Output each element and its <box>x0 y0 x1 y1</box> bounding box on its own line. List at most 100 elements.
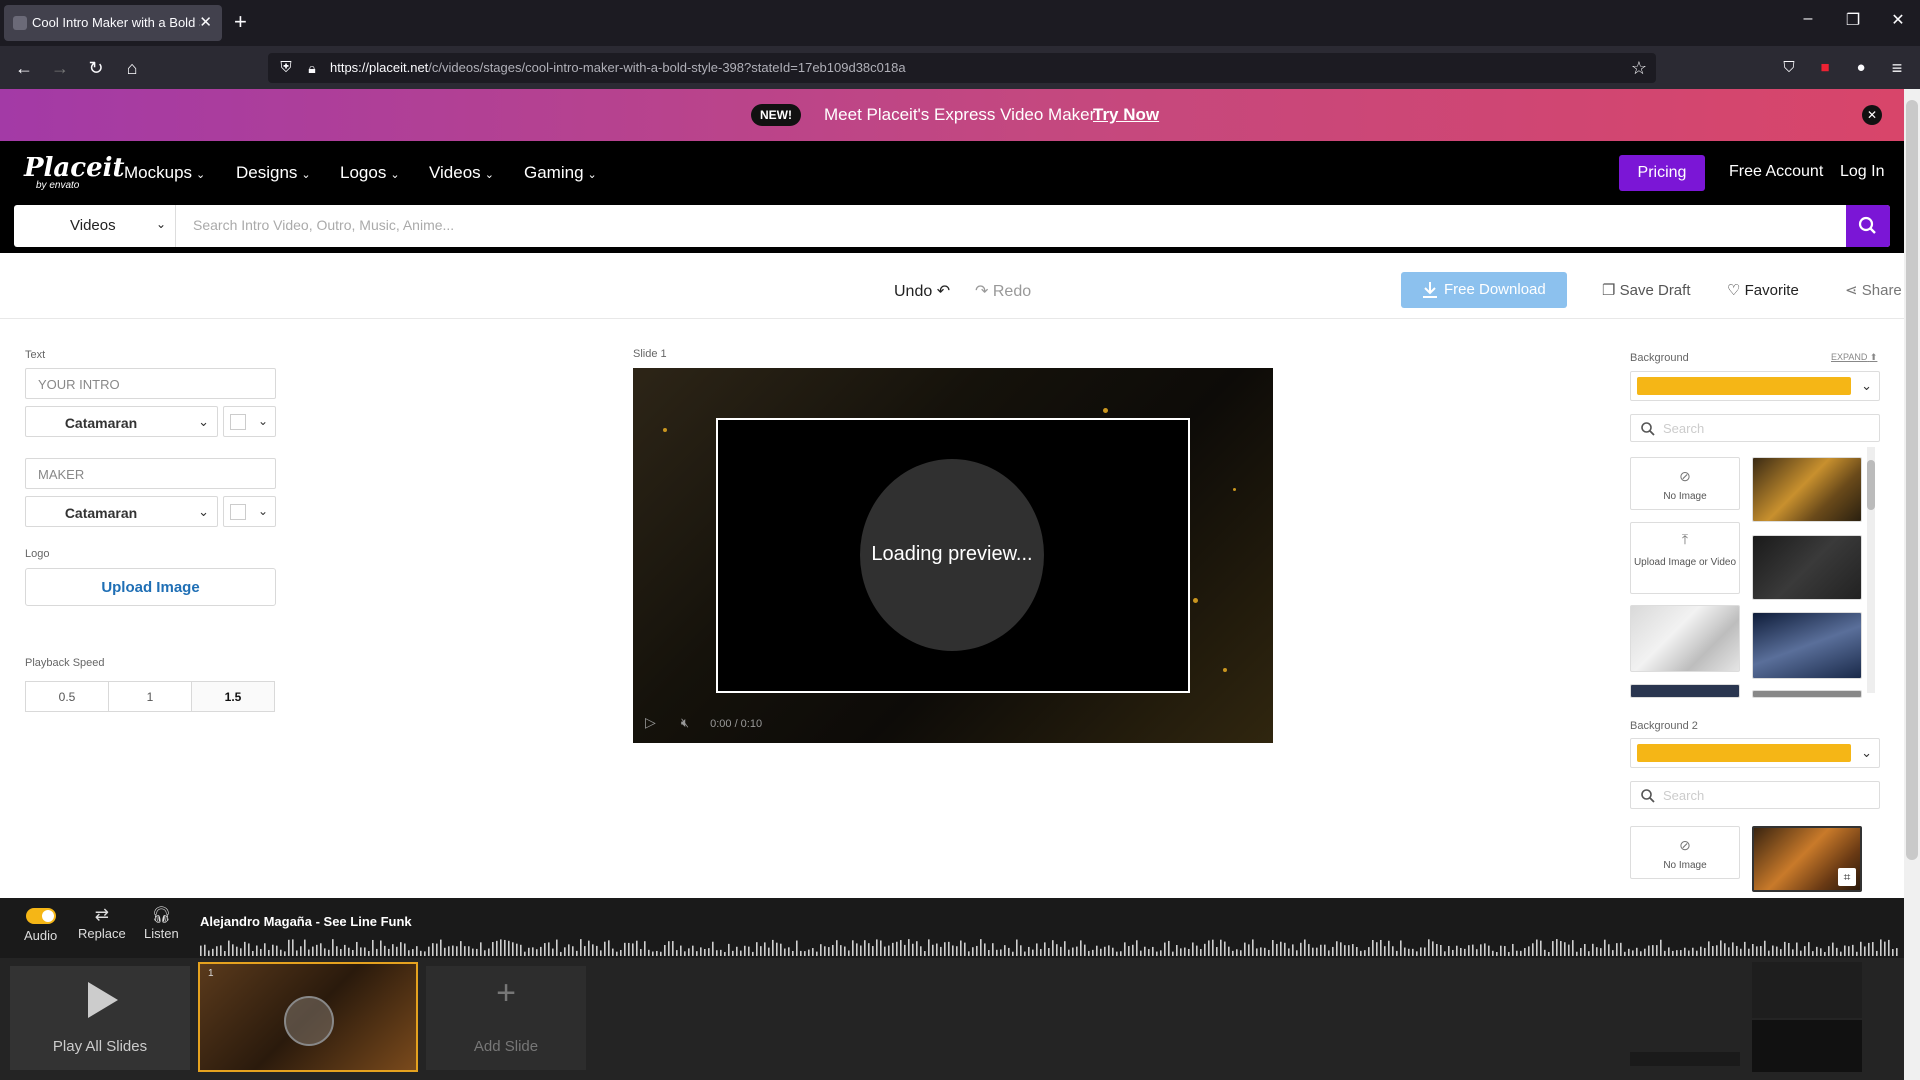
add-slide-button[interactable]: + Add Slide <box>426 966 586 1070</box>
upload-media-option[interactable]: ⤒ Upload Image or Video <box>1630 522 1740 594</box>
background-2-color-select[interactable]: ⌄ <box>1630 738 1880 768</box>
font-select-1[interactable]: Catamaran ⌄ <box>25 406 218 437</box>
try-now-link[interactable]: Try Now <box>1093 105 1159 125</box>
waveform-bar <box>416 946 418 956</box>
search-button[interactable] <box>1846 205 1890 247</box>
color-select-1[interactable]: ⌄ <box>223 406 276 437</box>
favorite-button[interactable]: ♡ Favorite <box>1727 281 1799 299</box>
restore-icon[interactable]: ❐ <box>1838 10 1868 30</box>
background-thumb-snow[interactable] <box>1752 612 1862 679</box>
background-thumb-marble[interactable] <box>1630 605 1740 672</box>
save-draft-button[interactable]: ❐ Save Draft <box>1602 281 1691 299</box>
new-tab-icon[interactable]: + <box>234 9 247 35</box>
waveform-bar <box>692 945 694 956</box>
extension-icon[interactable]: ■ <box>1813 56 1837 80</box>
waveform-bar <box>580 939 582 956</box>
background-search-input[interactable]: Search <box>1630 414 1880 442</box>
waveform-bar <box>1508 951 1510 956</box>
crop-icon[interactable]: ⌗ <box>1838 868 1856 886</box>
play-icon[interactable]: ▷ <box>645 714 656 730</box>
speed-0-5-button[interactable]: 0.5 <box>25 681 109 712</box>
no-image-option[interactable]: ⊘ No Image <box>1630 457 1740 510</box>
page-scrollbar-handle[interactable] <box>1906 100 1918 860</box>
background-thumb-faded-3[interactable] <box>1630 1052 1740 1066</box>
forward-icon[interactable]: → <box>48 56 72 80</box>
replace-audio-button[interactable]: ⇄ Replace <box>78 905 126 941</box>
waveform-bar <box>632 943 634 956</box>
pocket-icon[interactable]: ⛉ <box>1777 56 1801 80</box>
expand-link[interactable]: EXPAND ⬆ <box>1831 352 1877 363</box>
thumb-scrollbar-handle[interactable] <box>1867 460 1875 510</box>
background-thumb-dark-texture[interactable] <box>1752 535 1862 600</box>
time-display: 0:00 / 0:10 <box>710 718 763 730</box>
account-icon[interactable]: ● <box>1849 56 1873 80</box>
no-image-option-2[interactable]: ⊘ No Image <box>1630 826 1740 879</box>
play-all-slides-button[interactable]: Play All Slides <box>10 966 190 1070</box>
slide-thumbnail[interactable]: 1 <box>198 962 418 1072</box>
speed-1-5-button[interactable]: 1.5 <box>191 681 275 712</box>
no-image-label-2: No Image <box>1663 860 1707 871</box>
waveform-bar <box>1532 943 1534 956</box>
close-window-icon[interactable]: ✕ <box>1883 10 1913 30</box>
browser-tab[interactable]: Cool Intro Maker with a Bold St ✕ <box>4 5 222 41</box>
background-thumb-car[interactable] <box>1752 457 1862 522</box>
waveform-bar <box>232 944 234 956</box>
nav-gaming[interactable]: Gaming ⌄ <box>524 163 597 183</box>
waveform-bar <box>268 949 270 956</box>
shield-icon[interactable]: ⛨ <box>274 56 298 80</box>
background-thumb-partial-2[interactable] <box>1752 690 1862 698</box>
undo-button[interactable]: Undo ↶ <box>894 281 950 301</box>
text-field-2[interactable]: MAKER <box>25 458 276 489</box>
category-select[interactable]: Videos ⌄ <box>14 205 176 247</box>
waveform-bar <box>1376 942 1378 956</box>
login-link[interactable]: Log In <box>1840 163 1884 181</box>
nav-logos[interactable]: Logos ⌄ <box>340 163 400 183</box>
font-select-2[interactable]: Catamaran ⌄ <box>25 496 218 527</box>
bookmark-star-icon[interactable]: ☆ <box>1627 56 1651 80</box>
pricing-button[interactable]: Pricing <box>1619 155 1705 191</box>
text-field-1[interactable]: YOUR INTRO <box>25 368 276 399</box>
speed-1-button[interactable]: 1 <box>108 681 192 712</box>
url-text[interactable]: https://placeit.net/c/videos/stages/cool… <box>330 60 906 75</box>
waveform-bar <box>1740 948 1742 956</box>
waveform-bar <box>1476 949 1478 956</box>
listen-button[interactable]: 🎧︎ Listen <box>144 905 179 941</box>
free-account-link[interactable]: Free Account <box>1729 163 1823 181</box>
nav-videos[interactable]: Videos ⌄ <box>429 163 494 183</box>
waveform-bar <box>1660 939 1662 956</box>
audio-waveform[interactable] <box>200 938 1900 956</box>
background-2-thumb-selected[interactable]: ⌗ <box>1752 826 1862 892</box>
background-thumb-faded-1[interactable] <box>1752 962 1862 1018</box>
background-thumb-partial-1[interactable] <box>1630 684 1740 698</box>
waveform-bar <box>1144 946 1146 956</box>
close-tab-icon[interactable]: ✕ <box>199 13 212 31</box>
placeit-logo[interactable]: Placeit <box>24 153 125 183</box>
mute-icon[interactable]: 🔇︎ <box>681 715 689 730</box>
redo-button[interactable]: ↷ Redo <box>975 281 1031 301</box>
banner-close-icon[interactable]: ✕ <box>1862 105 1882 125</box>
audio-toggle[interactable]: Audio <box>24 905 57 943</box>
background-thumb-faded-2[interactable] <box>1752 1020 1862 1072</box>
reload-icon[interactable]: ↻ <box>84 56 108 80</box>
free-download-button[interactable]: Free Download <box>1401 272 1567 308</box>
share-button[interactable]: ⋖ Share <box>1845 281 1902 299</box>
waveform-bar <box>1128 946 1130 956</box>
waveform-bar <box>740 950 742 956</box>
upload-image-button[interactable]: Upload Image <box>25 568 276 606</box>
back-icon[interactable]: ← <box>12 56 36 80</box>
waveform-bar <box>1648 945 1650 956</box>
waveform-bar <box>1040 948 1042 956</box>
waveform-bar <box>652 951 654 956</box>
waveform-bar <box>948 941 950 956</box>
minimize-icon[interactable]: – <box>1793 10 1823 28</box>
color-select-2[interactable]: ⌄ <box>223 496 276 527</box>
nav-mockups[interactable]: Mockups ⌄ <box>124 163 205 183</box>
background-2-search-input[interactable]: Search <box>1630 781 1880 809</box>
menu-icon[interactable]: ≡ <box>1885 56 1909 80</box>
waveform-bar <box>264 943 266 956</box>
background-color-select[interactable]: ⌄ <box>1630 371 1880 401</box>
nav-designs[interactable]: Designs ⌄ <box>236 163 311 183</box>
lock-icon[interactable]: 🔒︎ <box>300 56 324 80</box>
home-icon[interactable]: ⌂ <box>120 56 144 80</box>
waveform-bar <box>1012 951 1014 956</box>
